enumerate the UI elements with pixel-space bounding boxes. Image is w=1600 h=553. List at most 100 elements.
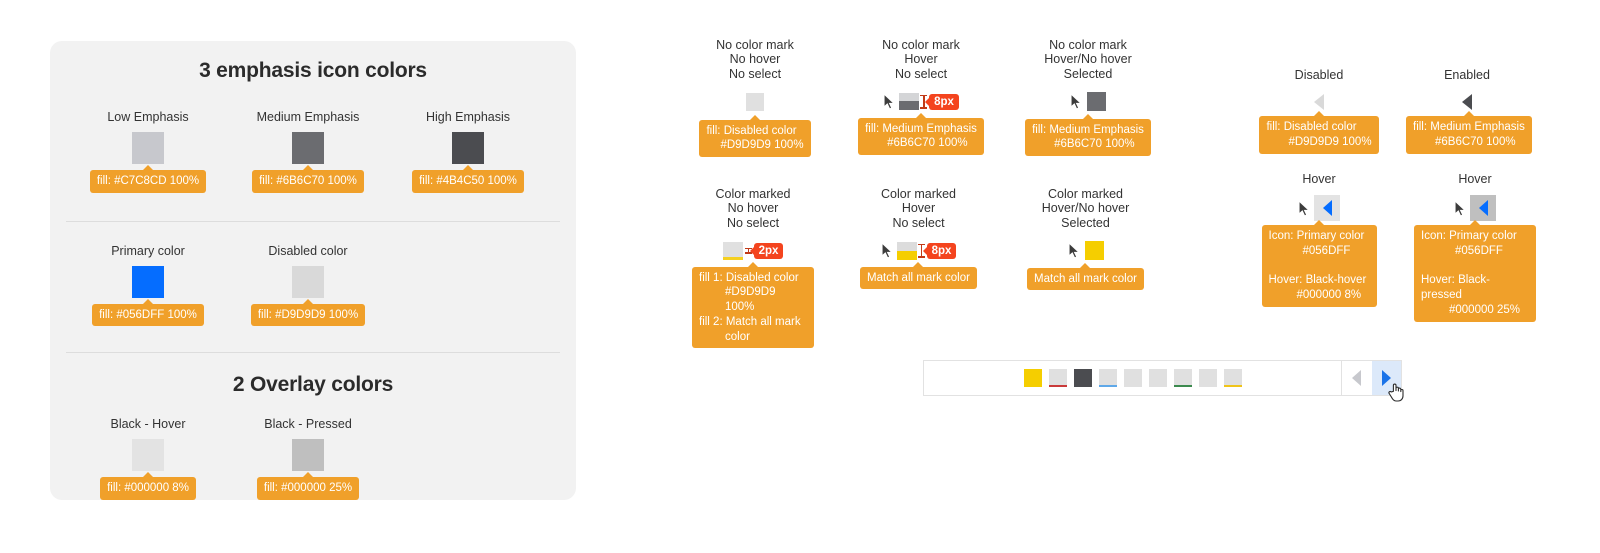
palette-swatch-mark [1098,384,1117,387]
panel-divider-2 [66,352,560,354]
state-desc-line-1: Color marked [715,187,791,201]
state-desc-line-1: No color mark [882,38,960,52]
callout-line-3: fill 2: Match all mark [699,315,801,328]
state-column-colormarked-selected: Color marked Hover/No hover Selected Mat… [1003,187,1168,291]
swatch-cell-primary-color: Primary color fill: #056DFF 100% [68,244,228,327]
callout-line-2: #056DFF [1455,244,1503,257]
callout-line-1: fill: Medium Emphasis [1413,121,1525,134]
arrow-preview [1406,92,1528,112]
palette-swatch-list [924,361,1341,395]
fill-callout: fill: Disabled color #D9D9D9 100% [699,114,811,158]
callout-line-2: #6B6C70 100% [1435,135,1516,148]
palette-swatch[interactable] [1123,369,1142,387]
color-swatch [292,265,324,298]
state-desc-line-2: Hover [904,52,938,67]
state-desc-line-3: Selected [1061,215,1110,230]
fill-callout: Match all mark color [1027,262,1144,291]
swatch-label: Disabled color [268,243,348,258]
chevron-left-icon [1352,370,1362,386]
callout-line-4: #000000 25% [1449,303,1520,316]
state-desc-line-3: No select [894,66,948,81]
state-desc-line-2: No hover [727,201,779,216]
pointing-hand-cursor-icon [1388,383,1404,402]
color-swatch [132,265,164,298]
arrow-column-pressed: Hover Icon: Primary color #056DFF Hover:… [1410,172,1540,322]
mouse-pointer-icon [1454,199,1467,217]
color-swatch [292,132,324,164]
fill-callout: fill 1: Disabled color #D9D9D9 100% fill… [692,261,814,349]
palette-swatch[interactable] [1098,369,1117,387]
measure-badge: 8px [925,93,959,110]
callout-line-1: fill: Disabled color [1266,121,1357,134]
swatch-cell-high-emphasis: High Emphasis fill: #4B4C50 100% [388,110,548,193]
palette-prev-button[interactable] [1342,361,1372,395]
panel-section-title-overlay: 2 Overlay colors [232,373,394,397]
palette-swatch-mark [1173,384,1192,387]
state-desc-line-2: Hover/No hover [1044,52,1132,67]
callout-line-2: #6B6C70 100% [1054,138,1135,151]
callout-line-2: #D9D9D9 100% [720,139,804,152]
palette-swatch[interactable] [1023,369,1042,387]
callout-line-1: Icon: Primary color [1268,230,1365,243]
swatch-cell-black-pressed: Black - Pressed fill: #000000 25% [228,417,388,501]
state-column-nocolormark-hover: No color mark Hover No select 8px fill: … [841,38,1001,156]
state-desc-line-2: Hover [901,201,936,216]
state-column-nocolormark-selected: No color mark Hover/No hover Selected fi… [1008,38,1168,157]
icon-swatch [1087,92,1106,112]
state-preview [1003,239,1168,263]
callout-line-1: fill: Medium Emphasis [1032,123,1144,136]
state-desc-line-3: No select [728,66,782,81]
palette-swatch[interactable] [1173,369,1192,387]
callout-line-4: color [725,330,750,343]
icon-swatch-marked [722,241,743,260]
state-desc-line-1: Color marked [1047,187,1124,201]
state-preview: 8px [841,90,1001,114]
arrow-preview [1410,195,1540,222]
state-column-colormarked-nohover: Color marked No hover No select 2px fill… [668,187,838,349]
core-color-row: Primary color fill: #056DFF 100% Disable… [50,244,576,327]
arrow-preview [1258,92,1380,112]
palette-swatch-mark [1048,384,1067,387]
state-column-colormarked-hover: Color marked Hover No select 8px Match a… [836,187,1001,290]
fill-callout: fill: #000000 25% [256,472,360,501]
icon-swatch-split [899,93,920,111]
arrow-column-enabled: Enabled fill: Medium Emphasis #6B6C70 10… [1406,68,1532,154]
swatch-label: High Emphasis [425,110,511,124]
fill-callout: fill: Medium Emphasis #6B6C70 100% [1025,113,1151,157]
fill-callout: fill: Medium Emphasis #6B6C70 100% [858,112,984,156]
state-column-nocolormark-nohover: No color mark No hover No select fill: D… [675,38,835,158]
swatch-label: Medium Emphasis [256,110,360,124]
callout-line-3: Hover: Black-hover [1268,274,1367,287]
measure-badge: 8px [922,242,957,259]
callout-line-1: Icon: Primary color [1421,230,1517,243]
fill-callout: fill: #000000 8% [100,472,196,501]
icon-swatch [1084,241,1104,261]
emphasis-swatch-row: Low Emphasis fill: #C7C8CD 100% Medium E… [50,110,576,193]
fill-callout: Icon: Primary color #056DFF Hover: Black… [1414,220,1536,322]
fill-callout: fill: Medium Emphasis #6B6C70 100% [1406,111,1532,154]
color-swatch [132,439,164,472]
callout-line-1: fill 1: Disabled color [699,271,799,284]
palette-swatch[interactable] [1048,369,1067,387]
swatch-label: Low Emphasis [107,110,189,124]
fill-callout: fill: #C7C8CD 100% [89,165,207,193]
palette-swatch[interactable] [1148,369,1167,387]
mouse-pointer-icon [883,93,896,110]
color-swatch [292,439,324,472]
mouse-pointer-icon [1067,242,1080,259]
palette-swatch[interactable] [1073,369,1092,387]
arrow-column-hover: Hover Icon: Primary color #056DFF Hover:… [1258,172,1380,307]
palette-swatch[interactable] [1223,369,1242,387]
chevron-left-icon [1314,94,1324,111]
state-preview [1008,90,1168,114]
fill-callout: fill: #056DFF 100% [92,298,204,327]
callout-line-2: #D9D9D9 100% [725,286,776,314]
prev-button-pressed[interactable] [1470,195,1496,222]
palette-swatch[interactable] [1198,369,1217,387]
swatch-cell-low-emphasis: Low Emphasis fill: #C7C8CD 100% [68,110,228,193]
chevron-left-icon [1478,200,1488,217]
fill-callout: fill: Disabled color #D9D9D9 100% [1259,111,1379,154]
arrow-state-label: Enabled [1444,68,1490,82]
palette-swatch-mark [1223,384,1242,387]
prev-button-hover[interactable] [1314,195,1340,222]
